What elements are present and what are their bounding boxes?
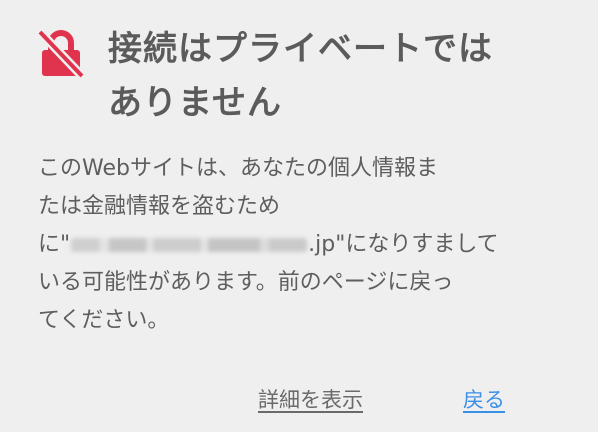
message-line-3: に" .jp"になりすまして xyxy=(38,226,578,264)
lock-broken-icon xyxy=(36,28,86,78)
redacted-domain xyxy=(71,238,308,252)
page-title: 接続はプライベートでは ありません xyxy=(108,22,568,130)
title-line-1: 接続はプライベートでは xyxy=(108,29,493,69)
message-line-5: てください。 xyxy=(38,308,170,333)
warning-message: このWebサイトは、あなたの個人情報ま たは金融情報を盗むため に" .jp"にな… xyxy=(38,150,578,340)
message-line-1: このWebサイトは、あなたの個人情報ま xyxy=(38,156,438,181)
show-details-link[interactable]: 詳細を表示 xyxy=(258,384,363,414)
message-line-4: いる可能性があります。前のページに戻っ xyxy=(38,270,454,295)
message-line-2: たは金融情報を盗むため xyxy=(38,194,281,219)
privacy-warning-page: 接続はプライベートでは ありません このWebサイトは、あなたの個人情報ま たは… xyxy=(0,0,598,432)
title-line-2: ありません xyxy=(108,83,282,123)
message-line-3-suffix: .jp"になりすまして xyxy=(308,232,499,257)
message-line-3-prefix: に" xyxy=(38,232,71,257)
action-bar: 詳細を表示 戻る xyxy=(0,384,598,414)
go-back-link[interactable]: 戻る xyxy=(463,384,505,414)
